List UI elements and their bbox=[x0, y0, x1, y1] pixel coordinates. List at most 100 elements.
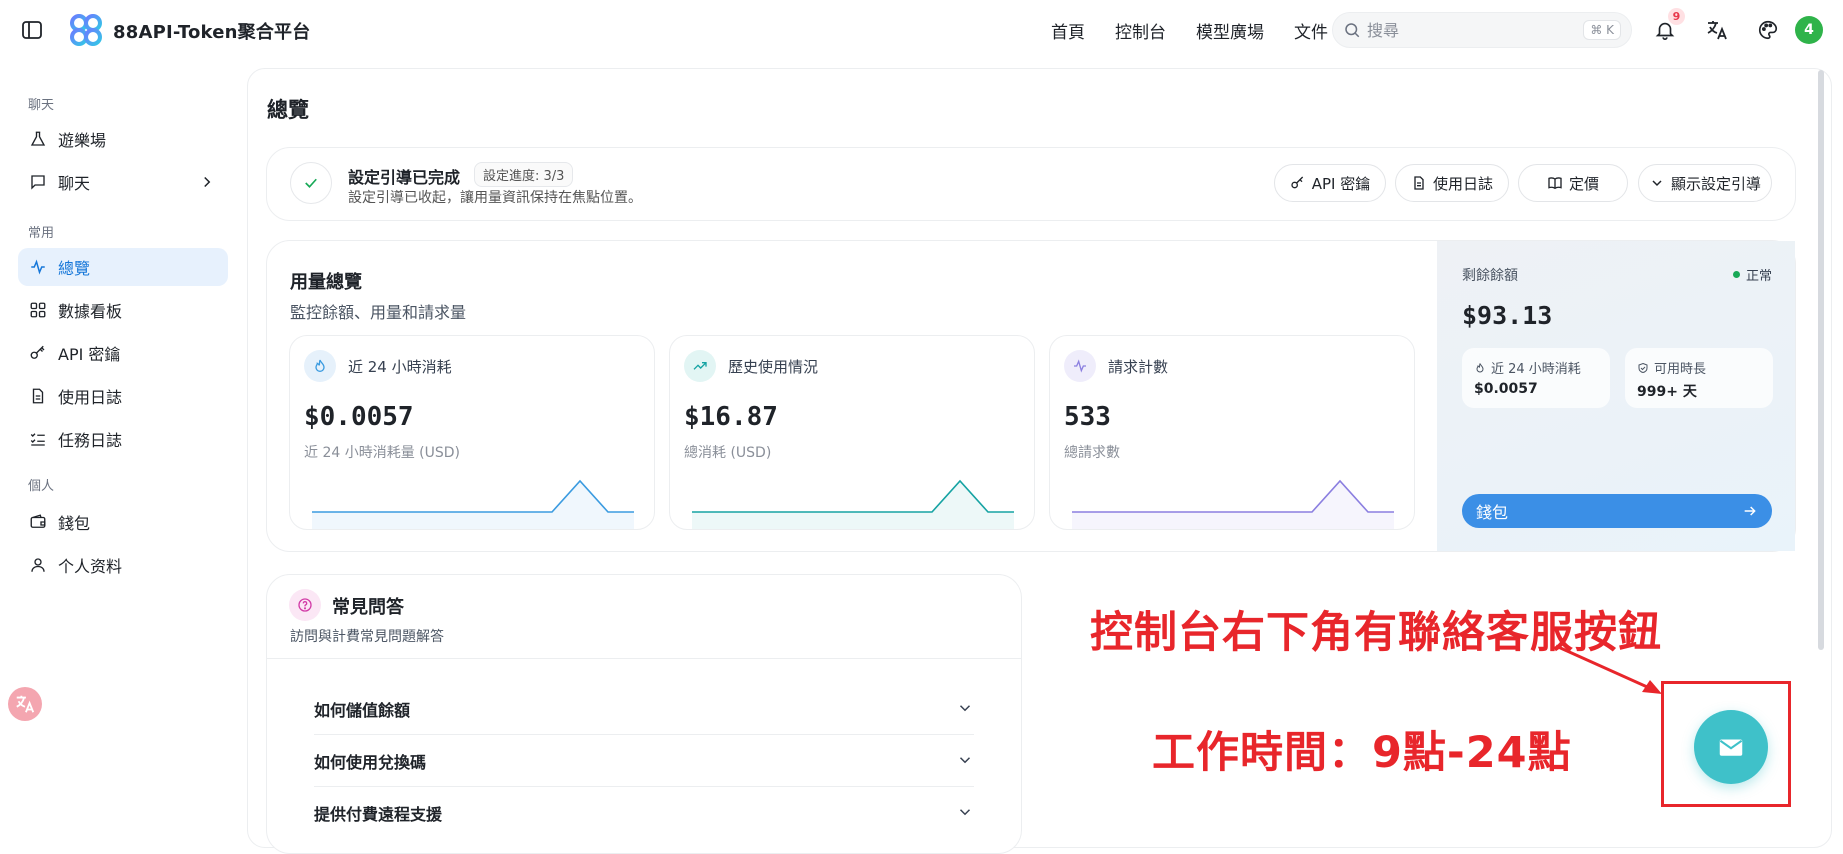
contact-support-button[interactable] bbox=[1694, 710, 1768, 784]
sidebar-item-chat[interactable]: 聊天 bbox=[18, 163, 228, 201]
status-dot-icon bbox=[1733, 271, 1740, 278]
nav-model-square[interactable]: 模型廣場 bbox=[1196, 18, 1264, 43]
sidebar-item-label: 聊天 bbox=[58, 174, 91, 193]
balance-consumption-value: $0.0057 bbox=[1474, 381, 1538, 397]
metric-value: $0.0057 bbox=[304, 402, 414, 432]
trending-up-icon bbox=[684, 350, 716, 382]
sparkline bbox=[1072, 479, 1394, 529]
scrollbar[interactable] bbox=[1818, 70, 1824, 650]
sidebar-section-common: 常用 bbox=[28, 226, 55, 241]
metric-subtitle: 近 24 小時消耗量 (USD) bbox=[304, 445, 461, 461]
setup-subtitle: 設定引導已收起，讓用量資訊保持在焦點位置。 bbox=[348, 190, 642, 206]
pricing-button[interactable]: 定價 bbox=[1518, 164, 1628, 202]
brand-logo-icon[interactable] bbox=[68, 12, 104, 48]
faq-item-remote-support[interactable]: 提供付費遠程支援 bbox=[314, 787, 974, 839]
sidebar-item-label: 个人资料 bbox=[58, 557, 123, 576]
show-setup-guide-button[interactable]: 顯示設定引導 bbox=[1638, 164, 1772, 202]
balance-duration-label: 可用時長 bbox=[1654, 362, 1707, 377]
usage-subtitle: 監控餘額、用量和請求量 bbox=[290, 303, 467, 322]
translate-icon[interactable] bbox=[1703, 16, 1731, 44]
notification-badge: 9 bbox=[1668, 8, 1685, 25]
floating-translate-icon[interactable] bbox=[8, 687, 42, 721]
sidebar-item-api-keys[interactable]: API 密鑰 bbox=[18, 334, 228, 372]
search-box[interactable]: ⌘ K bbox=[1332, 12, 1632, 48]
metric-card-request-count: 請求計數 533 總請求數 bbox=[1049, 335, 1415, 530]
grid-icon bbox=[28, 300, 48, 320]
sidebar-item-label: 使用日誌 bbox=[58, 388, 123, 407]
nav-home[interactable]: 首頁 bbox=[1051, 18, 1085, 43]
check-icon bbox=[290, 162, 332, 204]
list-check-icon bbox=[28, 429, 48, 449]
search-icon bbox=[1343, 21, 1361, 39]
top-navigation: 首頁 控制台 模型廣場 文件 bbox=[1051, 18, 1328, 43]
chevron-down-icon bbox=[956, 751, 974, 769]
flame-icon bbox=[304, 350, 336, 382]
annotation-working-hours: 工作時間：9點-24點 bbox=[1152, 728, 1572, 778]
mail-icon bbox=[1716, 732, 1746, 762]
sidebar-item-task-logs[interactable]: 任務日誌 bbox=[18, 420, 228, 458]
nav-docs[interactable]: 文件 bbox=[1294, 18, 1328, 43]
sidebar-toggle-icon[interactable] bbox=[20, 18, 44, 42]
sidebar-item-wallet[interactable]: 錢包 bbox=[18, 503, 228, 541]
faq-item-label: 如何儲值餘額 bbox=[314, 700, 411, 720]
sidebar-item-label: 數據看板 bbox=[58, 302, 123, 321]
search-input[interactable] bbox=[1367, 20, 1584, 40]
usage-logs-button-label: 使用日誌 bbox=[1432, 174, 1493, 193]
flame-icon bbox=[1476, 362, 1484, 372]
help-circle-icon bbox=[289, 589, 321, 621]
brand-name[interactable]: 88API-Token聚合平台 bbox=[113, 18, 310, 44]
balance-duration-value: 999+ 天 bbox=[1637, 384, 1697, 400]
annotation-arrow-icon bbox=[1555, 644, 1662, 694]
setup-title: 設定引導已完成 bbox=[348, 168, 461, 187]
sidebar-item-playground[interactable]: 遊樂場 bbox=[18, 120, 228, 158]
document-icon bbox=[1411, 175, 1427, 191]
chat-icon bbox=[28, 172, 48, 192]
metric-card-24h-consumption: 近 24 小時消耗 $0.0057 近 24 小時消耗量 (USD) bbox=[289, 335, 655, 530]
key-icon bbox=[1290, 175, 1306, 191]
show-setup-guide-label: 顯示設定引導 bbox=[1670, 174, 1761, 193]
key-icon bbox=[28, 343, 48, 363]
usage-logs-button[interactable]: 使用日誌 bbox=[1395, 164, 1509, 202]
sidebar-item-profile[interactable]: 个人资料 bbox=[18, 546, 228, 584]
balance-status: 正常 bbox=[1733, 265, 1772, 284]
balance-duration-label-row: 可用時長 bbox=[1637, 358, 1706, 377]
setup-progress-badge: 設定進度: 3/3 bbox=[474, 162, 574, 187]
balance-consumption-label-row: 近 24 小時消耗 bbox=[1474, 358, 1581, 377]
sidebar-item-usage-logs[interactable]: 使用日誌 bbox=[18, 377, 228, 415]
chevron-right-icon[interactable] bbox=[198, 173, 216, 191]
top-bar: 88API-Token聚合平台 首頁 控制台 模型廣場 文件 ⌘ K 9 bbox=[0, 0, 1843, 60]
metric-value: 533 bbox=[1064, 402, 1111, 432]
user-avatar[interactable]: 4 bbox=[1795, 16, 1823, 44]
sidebar-item-label: API 密鑰 bbox=[58, 345, 121, 364]
sidebar-item-label: 錢包 bbox=[58, 514, 91, 533]
faq-subtitle: 訪問與計費常見問題解答 bbox=[290, 629, 444, 645]
search-shortcut: ⌘ K bbox=[1583, 20, 1621, 40]
activity-icon bbox=[1064, 350, 1096, 382]
faq-item-redeem-code[interactable]: 如何使用兌換碼 bbox=[314, 735, 974, 787]
shield-check-icon bbox=[1638, 362, 1648, 373]
balance-value: $93.13 bbox=[1462, 301, 1553, 330]
sidebar-section-personal: 個人 bbox=[28, 479, 55, 494]
wallet-button[interactable]: 錢包 bbox=[1462, 494, 1772, 528]
pricing-button-label: 定價 bbox=[1568, 174, 1599, 193]
api-keys-button[interactable]: API 密鑰 bbox=[1274, 164, 1386, 202]
nav-console[interactable]: 控制台 bbox=[1115, 18, 1166, 43]
book-icon bbox=[1547, 175, 1563, 191]
sidebar-item-label: 遊樂場 bbox=[58, 131, 107, 150]
sidebar-item-overview[interactable]: 總覽 bbox=[18, 248, 228, 286]
faq-item-label: 如何使用兌換碼 bbox=[314, 752, 427, 772]
flask-icon bbox=[28, 129, 48, 149]
metric-subtitle: 總消耗 (USD) bbox=[684, 445, 772, 461]
balance-consumption-card: 近 24 小時消耗 $0.0057 bbox=[1462, 348, 1610, 408]
metric-label: 歷史使用情況 bbox=[728, 358, 819, 376]
sidebar-item-label: 總覽 bbox=[58, 259, 91, 278]
balance-consumption-label: 近 24 小時消耗 bbox=[1491, 362, 1581, 377]
wallet-icon bbox=[28, 512, 48, 532]
palette-icon[interactable] bbox=[1754, 16, 1782, 44]
sidebar-item-dashboard[interactable]: 數據看板 bbox=[18, 291, 228, 329]
metric-subtitle: 總請求數 bbox=[1064, 445, 1120, 461]
faq-item-recharge[interactable]: 如何儲值餘額 bbox=[314, 683, 974, 735]
sidebar-item-label: 任務日誌 bbox=[58, 431, 123, 450]
metric-label: 請求計數 bbox=[1108, 358, 1169, 376]
chevron-down-icon bbox=[1649, 175, 1665, 191]
